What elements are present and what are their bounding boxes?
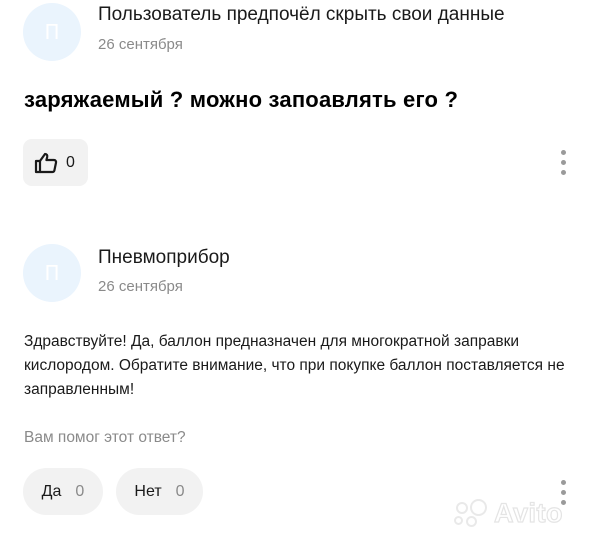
yes-button[interactable]: Да 0	[23, 468, 103, 515]
answer-text: Здравствуйте! Да, баллон предназначен дл…	[24, 333, 565, 398]
thumbs-up-icon	[34, 152, 58, 173]
helpful-prompt: Вам помог этот ответ?	[24, 429, 186, 446]
no-label: Нет	[134, 482, 162, 500]
like-button[interactable]: 0	[23, 139, 88, 186]
answer-author-name[interactable]: Пневмоприбор	[98, 247, 230, 269]
avito-watermark: Avito	[454, 497, 563, 529]
answer-date: 26 сентября	[98, 278, 183, 295]
question-author-name[interactable]: Пользователь предпочёл скрыть свои данны…	[98, 4, 505, 26]
no-button[interactable]: Нет 0	[116, 468, 203, 515]
yes-count: 0	[75, 482, 85, 500]
yes-label: Да	[41, 482, 62, 500]
no-count: 0	[175, 482, 185, 500]
more-vertical-icon[interactable]	[559, 150, 567, 178]
like-count: 0	[66, 153, 75, 171]
answer-author-avatar[interactable]: П	[23, 244, 81, 302]
question-text: заряжаемый ? можно запоавлять его ?	[24, 87, 459, 112]
question-author-avatar[interactable]: П	[23, 3, 81, 61]
watermark-text: Avito	[493, 497, 563, 528]
question-date: 26 сентября	[98, 36, 183, 53]
avatar-letter: П	[44, 261, 60, 285]
avatar-letter: П	[44, 20, 60, 44]
avito-logo	[454, 498, 488, 529]
